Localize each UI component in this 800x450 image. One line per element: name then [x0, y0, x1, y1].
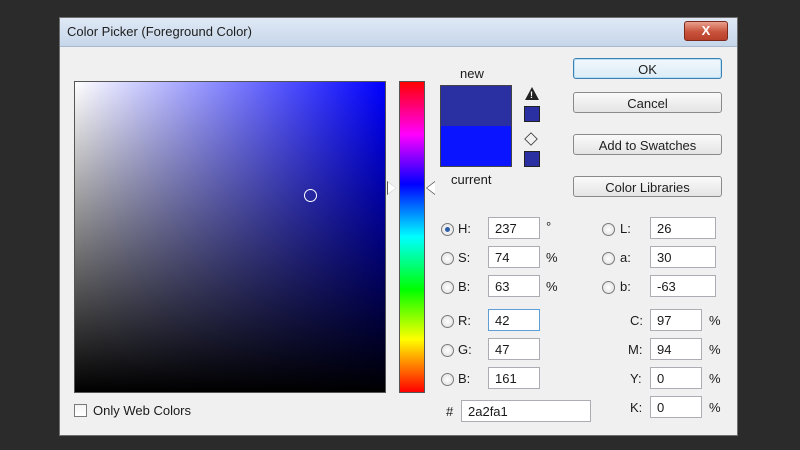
color-field-picker-ring[interactable]: [304, 189, 317, 202]
black-label: K:: [630, 400, 643, 415]
blue-radio[interactable]: [441, 373, 454, 386]
hex-input[interactable]: [461, 400, 591, 422]
new-color-swatch: [441, 86, 511, 126]
hue-radio[interactable]: [441, 223, 454, 236]
hue-unit: °: [546, 219, 552, 234]
cancel-button[interactable]: Cancel: [573, 92, 722, 113]
close-button[interactable]: X: [684, 21, 728, 41]
red-radio[interactable]: [441, 315, 454, 328]
hue-input[interactable]: [488, 217, 540, 239]
color-libraries-button[interactable]: Color Libraries: [573, 176, 722, 197]
add-to-swatches-button[interactable]: Add to Swatches: [573, 134, 722, 155]
yellow-input[interactable]: [650, 367, 702, 389]
title-bar[interactable]: Color Picker (Foreground Color) X: [60, 18, 737, 47]
color-field[interactable]: [74, 81, 386, 393]
b-channel-input[interactable]: [650, 275, 716, 297]
hex-label: #: [446, 404, 454, 419]
a-channel-input[interactable]: [650, 246, 716, 268]
brightness-label: B:: [458, 279, 471, 294]
web-safe-cube-icon[interactable]: [524, 132, 538, 146]
black-input[interactable]: [650, 396, 702, 418]
color-preview: [440, 85, 512, 167]
magenta-unit: %: [709, 342, 721, 357]
saturation-input[interactable]: [488, 246, 540, 268]
cyan-input[interactable]: [650, 309, 702, 331]
hue-label: H:: [458, 221, 471, 236]
web-safe-swatch[interactable]: [524, 151, 540, 167]
ok-button[interactable]: OK: [573, 58, 722, 79]
yellow-unit: %: [709, 371, 721, 386]
warning-exclamation-icon: !: [530, 90, 533, 100]
saturation-radio[interactable]: [441, 252, 454, 265]
lightness-radio[interactable]: [602, 223, 615, 236]
cyan-unit: %: [709, 313, 721, 328]
current-label: current: [451, 172, 492, 187]
brightness-radio[interactable]: [441, 281, 454, 294]
a-channel-radio[interactable]: [602, 252, 615, 265]
red-input[interactable]: [488, 309, 540, 331]
color-picker-dialog: Color Picker (Foreground Color) X new cu…: [59, 17, 738, 436]
lightness-label: L:: [620, 221, 631, 236]
magenta-label: M:: [628, 342, 643, 357]
blue-input[interactable]: [488, 367, 540, 389]
green-radio[interactable]: [441, 344, 454, 357]
hue-slider-left-arrow[interactable]: [388, 182, 396, 194]
current-color-swatch[interactable]: [441, 126, 511, 166]
brightness-unit: %: [546, 279, 558, 294]
saturation-label: S:: [458, 250, 471, 265]
red-label: R:: [458, 313, 471, 328]
a-channel-label: a:: [620, 250, 631, 265]
b-channel-label: b:: [620, 279, 631, 294]
b-channel-radio[interactable]: [602, 281, 615, 294]
hue-slider[interactable]: [399, 81, 425, 393]
only-web-colors-label[interactable]: Only Web Colors: [93, 403, 191, 418]
new-label: new: [460, 66, 484, 81]
black-unit: %: [709, 400, 721, 415]
green-label: G:: [458, 342, 472, 357]
hue-slider-right-arrow[interactable]: [427, 182, 435, 194]
cyan-label: C:: [630, 313, 643, 328]
dialog-title: Color Picker (Foreground Color): [67, 24, 252, 39]
yellow-label: Y:: [630, 371, 642, 386]
saturation-unit: %: [546, 250, 558, 265]
only-web-colors-checkbox[interactable]: [74, 404, 87, 417]
blue-label: B:: [458, 371, 471, 386]
lightness-input[interactable]: [650, 217, 716, 239]
brightness-input[interactable]: [488, 275, 540, 297]
green-input[interactable]: [488, 338, 540, 360]
gamut-correction-swatch[interactable]: [524, 106, 540, 122]
magenta-input[interactable]: [650, 338, 702, 360]
